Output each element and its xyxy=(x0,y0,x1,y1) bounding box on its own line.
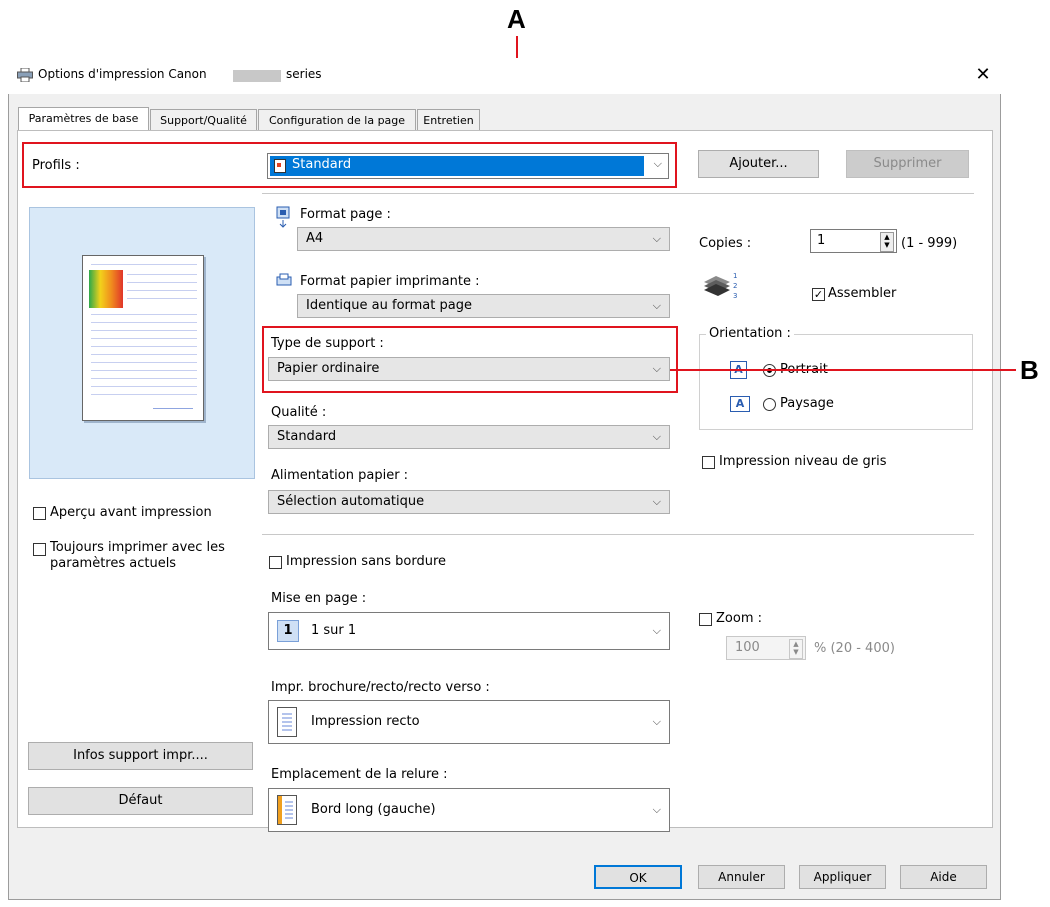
printer-paper-dropdown[interactable]: Identique au format page ⌵ xyxy=(297,294,670,318)
landscape-radio[interactable] xyxy=(763,398,776,411)
media-type-dropdown[interactable]: Papier ordinaire ⌵ xyxy=(268,357,670,381)
chevron-down-icon: ⌵ xyxy=(653,157,662,170)
media-type-label: Type de support : xyxy=(271,336,384,351)
quality-value: Standard xyxy=(277,429,337,444)
printer-paper-label: Format papier imprimante : xyxy=(300,274,480,289)
quality-dropdown[interactable]: Standard ⌵ xyxy=(268,425,670,449)
tab-page-setup[interactable]: Configuration de la page xyxy=(258,109,416,131)
grayscale-checkbox[interactable] xyxy=(702,456,715,469)
apply-button[interactable]: Appliquer xyxy=(799,865,886,889)
duplex-dropdown[interactable]: Impression recto ⌵ xyxy=(268,700,670,744)
add-profile-button[interactable]: Ajouter... xyxy=(698,150,819,178)
binding-left-icon xyxy=(277,795,297,825)
media-type-value: Papier ordinaire xyxy=(277,361,380,376)
page-size-dropdown[interactable]: A4 ⌵ xyxy=(297,227,670,251)
binding-label: Emplacement de la relure : xyxy=(271,767,448,782)
zoom-value: 100 xyxy=(735,640,760,655)
binding-dropdown[interactable]: Bord long (gauche) ⌵ xyxy=(268,788,670,832)
chevron-down-icon: ⌵ xyxy=(652,715,661,728)
svg-text:3: 3 xyxy=(733,292,737,300)
orientation-label: Orientation : xyxy=(706,326,794,341)
divider-middle xyxy=(262,534,974,535)
paper-source-value: Sélection automatique xyxy=(277,494,425,509)
zoom-label: Zoom : xyxy=(716,611,762,626)
page-size-icon xyxy=(276,206,290,228)
callout-b-line xyxy=(670,369,1016,371)
collate-icon: 1 2 3 xyxy=(702,268,742,300)
copies-spinner[interactable]: 1 ▲ ▼ xyxy=(810,229,897,253)
chevron-down-icon: ⌵ xyxy=(652,495,661,508)
close-icon[interactable]: ✕ xyxy=(972,64,994,86)
chevron-down-icon: ⌵ xyxy=(652,624,661,637)
paper-source-label: Alimentation papier : xyxy=(271,468,409,483)
copies-label: Copies : xyxy=(699,236,752,251)
collate-label: Assembler xyxy=(828,286,897,301)
defaults-button[interactable]: Défaut xyxy=(28,787,253,815)
single-sided-icon xyxy=(277,707,297,737)
layout-label: Mise en page : xyxy=(271,591,367,606)
printer-icon xyxy=(17,67,33,83)
chevron-down-icon: ⌵ xyxy=(652,430,661,443)
layout-badge: 1 xyxy=(277,620,299,642)
chevron-down-icon: ⌵ xyxy=(652,299,661,312)
borderless-label: Impression sans bordure xyxy=(286,554,447,569)
tab-basic-settings[interactable]: Paramètres de base xyxy=(18,107,149,131)
tab-media-quality[interactable]: Support/Qualité xyxy=(150,109,257,131)
window-title-suffix: series xyxy=(286,67,322,81)
layout-value: 1 sur 1 xyxy=(311,623,357,638)
spin-arrows-icon[interactable]: ▲ ▼ xyxy=(789,639,803,659)
profiles-value: Standard xyxy=(292,157,352,172)
zoom-range: % (20 - 400) xyxy=(814,641,895,656)
printer-paper-value: Identique au format page xyxy=(306,298,472,313)
spin-arrows-icon[interactable]: ▲ ▼ xyxy=(880,232,894,252)
chevron-down-icon: ⌵ xyxy=(652,803,661,816)
layout-dropdown[interactable]: 1 1 sur 1 ⌵ xyxy=(268,612,670,650)
duplex-label: Impr. brochure/recto/recto verso : xyxy=(271,680,490,695)
callout-a: A xyxy=(507,4,526,34)
help-button[interactable]: Aide xyxy=(900,865,987,889)
page-size-value: A4 xyxy=(306,231,324,246)
page-size-label: Format page : xyxy=(300,207,391,222)
landscape-icon: A xyxy=(730,396,750,412)
cancel-button[interactable]: Annuler xyxy=(698,865,785,889)
always-print-current-checkbox[interactable] xyxy=(33,543,46,556)
duplex-value: Impression recto xyxy=(311,714,420,729)
ok-button[interactable]: OK xyxy=(594,865,682,889)
media-info-button[interactable]: Infos support impr.... xyxy=(28,742,253,770)
quality-label: Qualité : xyxy=(271,405,327,420)
collate-checkbox[interactable]: ✓ xyxy=(812,288,825,301)
chevron-down-icon: ⌵ xyxy=(652,232,661,245)
profiles-label: Profils : xyxy=(32,158,80,173)
callout-b: B xyxy=(1020,355,1039,385)
orientation-group xyxy=(699,334,973,430)
copies-range: (1 - 999) xyxy=(901,236,958,251)
divider-top xyxy=(262,193,974,194)
landscape-label: Paysage xyxy=(780,396,834,411)
binding-value: Bord long (gauche) xyxy=(311,802,436,817)
redacted-model xyxy=(233,70,281,82)
zoom-checkbox[interactable] xyxy=(699,613,712,626)
paper-source-dropdown[interactable]: Sélection automatique ⌵ xyxy=(268,490,670,514)
preview-page xyxy=(82,255,204,421)
printer-paper-icon xyxy=(276,273,292,287)
copies-value: 1 xyxy=(817,233,826,248)
profile-icon xyxy=(274,159,286,173)
profiles-dropdown[interactable]: Standard ⌵ xyxy=(267,153,669,179)
zoom-spinner[interactable]: 100 ▲ ▼ xyxy=(726,636,806,660)
delete-profile-button[interactable]: Supprimer xyxy=(846,150,969,178)
preview-before-print-checkbox[interactable] xyxy=(33,507,46,520)
borderless-checkbox[interactable] xyxy=(269,556,282,569)
svg-text:2: 2 xyxy=(733,282,737,290)
chevron-down-icon: ⌵ xyxy=(652,362,661,375)
preview-before-print-label: Aperçu avant impression xyxy=(50,505,212,520)
grayscale-label: Impression niveau de gris xyxy=(719,454,887,469)
tab-maintenance[interactable]: Entretien xyxy=(417,109,480,131)
svg-text:1: 1 xyxy=(733,272,737,280)
window-title: Options d'impression Canon xyxy=(38,67,207,81)
always-print-current-label-1: Toujours imprimer avec les xyxy=(50,540,225,555)
always-print-current-label-2: paramètres actuels xyxy=(50,556,177,571)
